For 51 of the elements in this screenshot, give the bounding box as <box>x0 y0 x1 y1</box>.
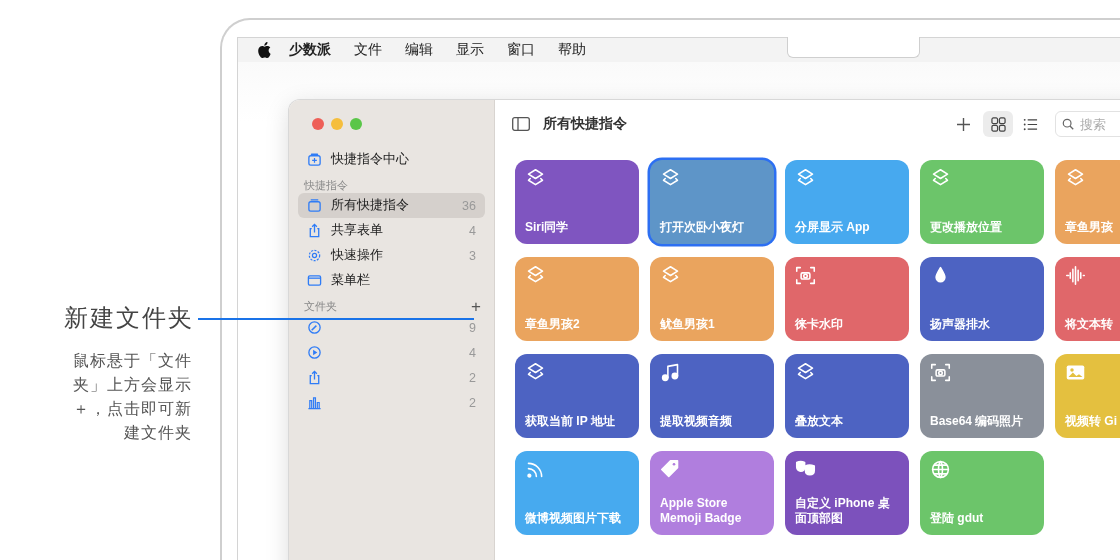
shortcut-tile[interactable]: 打开次卧小夜灯 <box>650 160 774 244</box>
camera-icon <box>930 362 951 383</box>
add-icon[interactable] <box>957 117 970 131</box>
menu-item[interactable]: 少数派 <box>289 41 331 59</box>
wave-icon <box>1065 265 1086 286</box>
menu-item[interactable]: 帮助 <box>558 41 586 59</box>
shortcut-tile[interactable]: 提取视频音频 <box>650 354 774 438</box>
add-folder-button[interactable]: + <box>471 299 481 315</box>
shortcut-tile[interactable]: 徕卡水印 <box>785 257 909 341</box>
globe-icon <box>930 459 951 480</box>
shortcut-tile[interactable]: 扬声器排水 <box>920 257 1044 341</box>
grid-icon <box>990 116 1006 132</box>
shortcut-tile[interactable]: Siri同学 <box>515 160 639 244</box>
gauge-icon <box>307 320 322 335</box>
grid-view-button[interactable] <box>983 111 1013 137</box>
menu-item[interactable]: 窗口 <box>507 41 535 59</box>
menu-item[interactable]: 显示 <box>456 41 484 59</box>
menu-item[interactable]: 编辑 <box>405 41 433 59</box>
gear-icon <box>307 248 322 263</box>
window-title: 所有快捷指令 <box>543 115 627 133</box>
sidebar-toggle-icon[interactable] <box>512 117 530 131</box>
shortcut-tile[interactable]: 叠放文本 <box>785 354 909 438</box>
window-icon <box>307 273 322 288</box>
tag-icon <box>660 459 681 480</box>
shortcut-tile[interactable]: 自定义 iPhone 桌面顶部图 <box>785 451 909 535</box>
play-icon <box>307 345 322 360</box>
share-icon <box>307 223 322 238</box>
chart-icon <box>307 395 322 410</box>
callout-title: 新建文件夹 <box>63 303 194 333</box>
shortcut-tile[interactable]: Base64 编码照片 <box>920 354 1044 438</box>
list-icon <box>1022 116 1038 132</box>
search-field[interactable]: 搜索 <box>1055 111 1120 137</box>
sidebar-item[interactable]: 共享表单 4 <box>298 218 485 243</box>
share-icon <box>307 370 322 385</box>
sidebar-item[interactable]: 菜单栏 <box>298 268 485 293</box>
music-icon <box>660 362 681 383</box>
close-icon[interactable] <box>312 118 324 130</box>
search-icon <box>1062 118 1074 130</box>
sidebar-item[interactable]: 快速操作 3 <box>298 243 485 268</box>
camera-icon <box>795 265 816 286</box>
sidebar-item[interactable]: 所有快捷指令 36 <box>298 193 485 218</box>
shortcut-tile[interactable]: 将文本转 <box>1055 257 1120 341</box>
section-header: 快捷指令 <box>304 179 349 193</box>
sidebar-item[interactable]: 快捷指令中心 <box>298 147 485 172</box>
stack-icon <box>307 198 322 213</box>
shortcut-tile[interactable]: 获取当前 IP 地址 <box>515 354 639 438</box>
section-header: 文件夹 <box>304 300 337 314</box>
callout-text: 鼠标悬于「文件夹」上方会显示＋，点击即可新建文件夹 <box>72 351 192 443</box>
apple-logo-icon[interactable] <box>257 42 271 58</box>
menu-item[interactable]: 文件 <box>354 41 382 59</box>
shortcut-tile[interactable]: Apple Store Memoji Badge <box>650 451 774 535</box>
